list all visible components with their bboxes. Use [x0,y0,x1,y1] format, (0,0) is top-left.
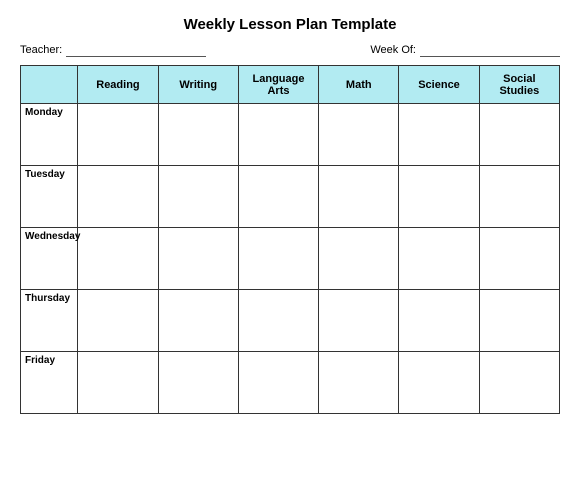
cell-monday-social_studies[interactable] [479,104,559,166]
week-of-label: Week Of: [370,44,416,56]
cell-monday-writing[interactable] [158,104,238,166]
week-of-input-line[interactable] [420,43,560,57]
header-science: Science [399,66,479,104]
cell-monday-science[interactable] [399,104,479,166]
teacher-label: Teacher: [20,44,62,56]
cell-thursday-language_arts[interactable] [238,290,318,352]
header-writing: Writing [158,66,238,104]
cell-wednesday-social_studies[interactable] [479,228,559,290]
lesson-plan-table: Reading Writing Language Arts Math Scien… [20,65,560,414]
cell-friday-science[interactable] [399,352,479,414]
cell-tuesday-reading[interactable] [78,166,158,228]
cell-tuesday-writing[interactable] [158,166,238,228]
cell-wednesday-reading[interactable] [78,228,158,290]
teacher-input-line[interactable] [66,43,206,57]
cell-thursday-writing[interactable] [158,290,238,352]
cell-friday-reading[interactable] [78,352,158,414]
day-label-thursday: Thursday [21,290,78,352]
cell-friday-social_studies[interactable] [479,352,559,414]
cell-wednesday-science[interactable] [399,228,479,290]
header-day [21,66,78,104]
week-of-field: Week Of: [370,43,560,57]
cell-friday-language_arts[interactable] [238,352,318,414]
cell-wednesday-math[interactable] [319,228,399,290]
cell-friday-math[interactable] [319,352,399,414]
cell-tuesday-social_studies[interactable] [479,166,559,228]
cell-tuesday-language_arts[interactable] [238,166,318,228]
header-math: Math [319,66,399,104]
day-label-tuesday: Tuesday [21,166,78,228]
cell-monday-math[interactable] [319,104,399,166]
day-label-friday: Friday [21,352,78,414]
cell-monday-language_arts[interactable] [238,104,318,166]
cell-friday-writing[interactable] [158,352,238,414]
cell-thursday-math[interactable] [319,290,399,352]
cell-monday-reading[interactable] [78,104,158,166]
header-social-studies: Social Studies [479,66,559,104]
day-label-monday: Monday [21,104,78,166]
header-reading: Reading [78,66,158,104]
cell-tuesday-math[interactable] [319,166,399,228]
teacher-field: Teacher: [20,43,206,57]
header-language-arts: Language Arts [238,66,318,104]
page-title: Weekly Lesson Plan Template [184,16,397,33]
cell-thursday-reading[interactable] [78,290,158,352]
cell-wednesday-language_arts[interactable] [238,228,318,290]
cell-thursday-science[interactable] [399,290,479,352]
cell-tuesday-science[interactable] [399,166,479,228]
day-label-wednesday: Wednesday [21,228,78,290]
form-row: Teacher: Week Of: [20,43,560,57]
cell-wednesday-writing[interactable] [158,228,238,290]
cell-thursday-social_studies[interactable] [479,290,559,352]
